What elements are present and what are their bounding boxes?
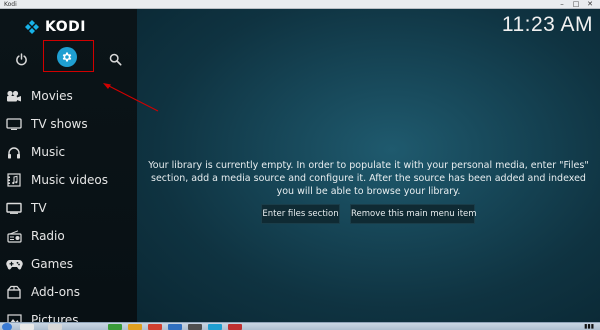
- window-title: Kodi: [4, 1, 17, 8]
- taskbar-app-icon[interactable]: [20, 324, 34, 330]
- sidebar: KODI Movies TV shows Music Music videos …: [0, 9, 137, 322]
- menu-item-radio[interactable]: Radio: [0, 223, 137, 249]
- menu-item-music-videos[interactable]: Music videos: [0, 167, 137, 193]
- top-icon-row: [0, 40, 137, 74]
- menu-label-tv-shows: TV shows: [31, 117, 88, 131]
- taskbar-clock-icon: ▮▮▮: [584, 323, 594, 330]
- taskbar-app-icon[interactable]: [168, 324, 182, 330]
- menu-label-pictures: Pictures: [31, 313, 79, 322]
- menu-label-music-videos: Music videos: [31, 173, 108, 187]
- taskbar-app-icon[interactable]: [228, 324, 242, 330]
- kodi-logo-icon: [25, 20, 39, 34]
- menu-item-games[interactable]: Games: [0, 251, 137, 277]
- gamepad-icon: [5, 255, 23, 273]
- music-video-icon: [5, 171, 23, 189]
- power-icon[interactable]: [10, 48, 32, 70]
- gear-icon: [62, 52, 72, 62]
- remove-menu-item-button[interactable]: Remove this main menu item: [350, 204, 477, 224]
- menu-label-games: Games: [31, 257, 73, 271]
- window-titlebar: Kodi – □ ✕: [0, 0, 600, 9]
- kodi-app: KODI Movies TV shows Music Music videos …: [0, 9, 600, 322]
- menu-label-music: Music: [31, 145, 66, 159]
- clock: 11:23 AM: [501, 13, 593, 36]
- close-icon[interactable]: ✕: [584, 0, 596, 9]
- menu-label-tv: TV: [31, 201, 47, 215]
- os-taskbar: ▮▮▮: [0, 322, 600, 330]
- pictures-icon: [5, 311, 23, 322]
- menu-item-add-ons[interactable]: Add-ons: [0, 279, 137, 305]
- menu-item-pictures[interactable]: Pictures: [0, 307, 137, 322]
- taskbar-app-icon[interactable]: [48, 324, 62, 330]
- enter-files-section-button[interactable]: Enter files section: [261, 204, 340, 224]
- start-button[interactable]: [2, 323, 12, 330]
- film-icon: [5, 87, 23, 105]
- headphones-icon: [5, 143, 23, 161]
- settings-button[interactable]: [57, 47, 77, 67]
- taskbar-app-icon[interactable]: [128, 324, 142, 330]
- menu-item-tv[interactable]: TV: [0, 195, 137, 221]
- taskbar-app-icon[interactable]: [208, 324, 222, 330]
- menu-item-movies[interactable]: Movies: [0, 83, 137, 109]
- menu-label-radio: Radio: [31, 229, 65, 243]
- television-icon: [5, 199, 23, 217]
- menu-label-add-ons: Add-ons: [31, 285, 80, 299]
- library-empty-message: Your library is currently empty. In orde…: [148, 160, 589, 197]
- taskbar-app-icon[interactable]: [148, 324, 162, 330]
- settings-annotation-box: [43, 40, 94, 72]
- menu-item-music[interactable]: Music: [0, 139, 137, 165]
- menu-item-tv-shows[interactable]: TV shows: [0, 111, 137, 137]
- taskbar-app-icon[interactable]: [108, 324, 122, 330]
- radio-icon: [5, 227, 23, 245]
- menu-label-movies: Movies: [31, 89, 73, 103]
- app-name: KODI: [45, 19, 86, 35]
- maximize-icon[interactable]: □: [570, 0, 582, 9]
- search-icon[interactable]: [104, 48, 126, 70]
- kodi-logo[interactable]: KODI: [24, 16, 86, 38]
- tv-icon: [5, 115, 23, 133]
- minimize-icon[interactable]: –: [556, 0, 568, 9]
- taskbar-app-icon[interactable]: [188, 324, 202, 330]
- addons-icon: [5, 283, 23, 301]
